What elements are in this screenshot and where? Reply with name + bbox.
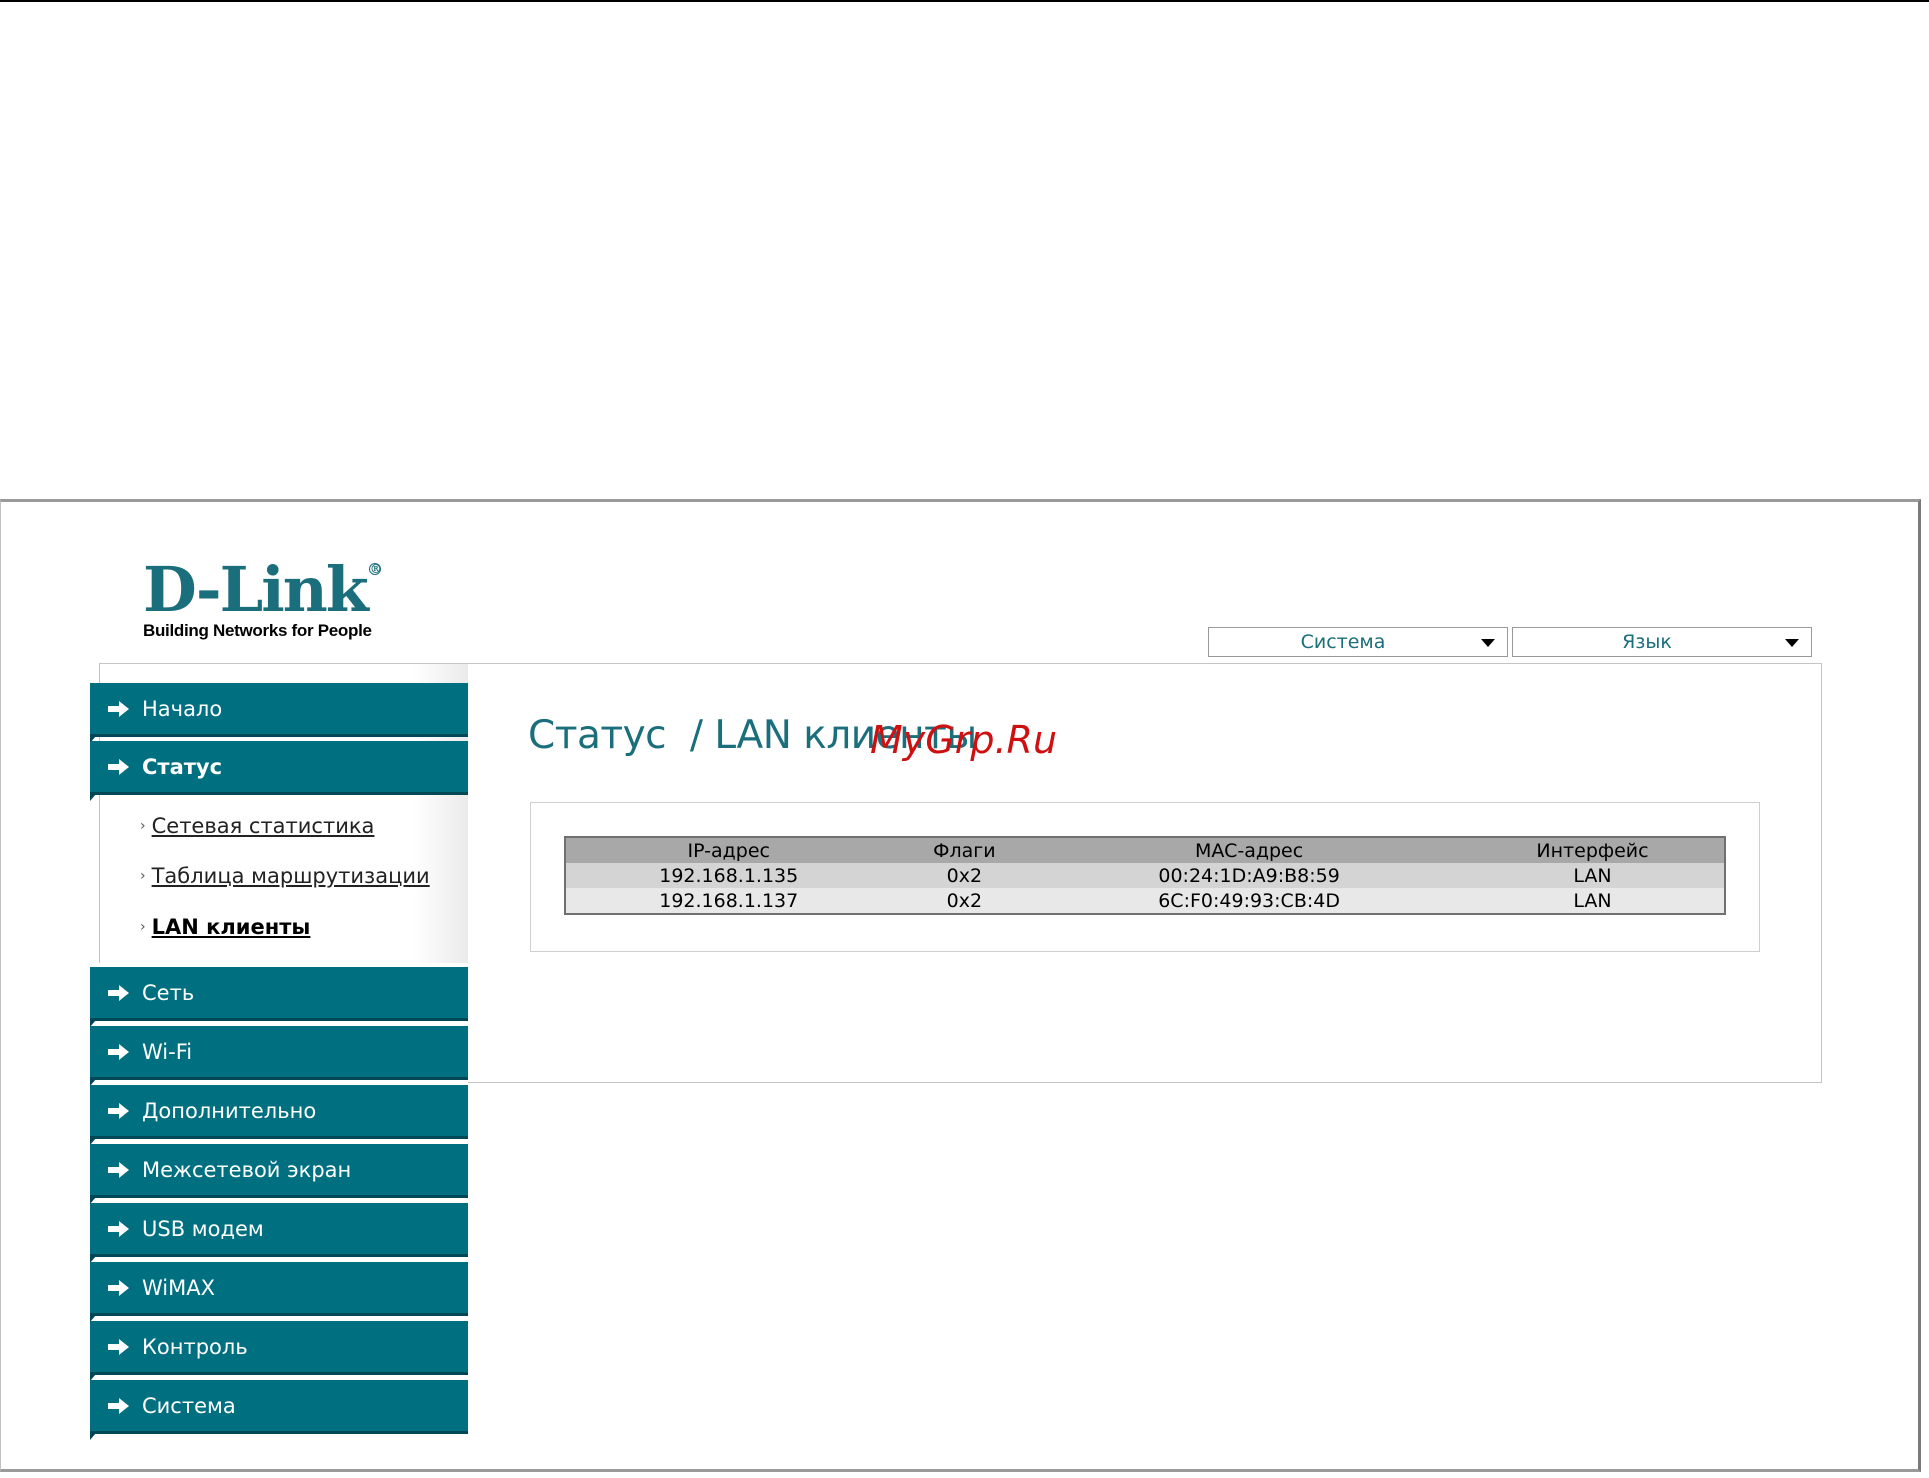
cell-flags: 0x2 [891, 863, 1038, 888]
nav-item-label: Начало [142, 696, 223, 721]
nav-item-home[interactable]: Начало [90, 683, 468, 743]
cell-flags: 0x2 [891, 888, 1038, 914]
table-header-row: IP-адрес Флаги MAC-адрес Интерфейс [565, 837, 1725, 863]
arrow-right-icon [108, 1279, 129, 1296]
arrow-right-icon [108, 758, 129, 775]
top-rule [0, 0, 1929, 2]
table-row: 192.168.1.137 0x2 6C:F0:49:93:CB:4D LAN [565, 888, 1725, 914]
system-menu-dropdown[interactable]: Система [1208, 627, 1508, 657]
cell-interface: LAN [1461, 863, 1725, 888]
nav-item-label: Wi-Fi [142, 1039, 193, 1064]
nav-item-wimax[interactable]: WiMAX [90, 1262, 468, 1322]
registered-icon: ® [368, 562, 382, 576]
nav-item-status[interactable]: Статус [90, 741, 468, 801]
language-menu-label: Язык [1622, 631, 1672, 653]
logo-brand: D-Link [143, 553, 369, 626]
nav-item-label: Сеть [142, 980, 195, 1005]
col-header-ip: IP-адрес [565, 837, 892, 863]
nav-item-label: USB модем [142, 1216, 264, 1241]
arrow-right-icon [108, 1220, 129, 1237]
cell-interface: LAN [1461, 888, 1725, 914]
arrow-right-icon [108, 1043, 129, 1060]
nav-item-firewall[interactable]: Межсетевой экран [90, 1144, 468, 1204]
chevron-right-icon: › [140, 868, 146, 884]
col-header-flags: Флаги [891, 837, 1038, 863]
nav-item-label: WiMAX [142, 1275, 216, 1300]
nav-item-usb-modem[interactable]: USB модем [90, 1203, 468, 1263]
cell-mac: 00:24:1D:A9:B8:59 [1037, 863, 1462, 888]
chevron-right-icon: › [140, 818, 146, 834]
logo-tagline: Building Networks for People [143, 621, 372, 640]
arrow-right-icon [108, 700, 129, 717]
subnav-routing-table[interactable]: › Таблица маршрутизации [140, 864, 430, 888]
chevron-down-icon [1481, 639, 1495, 647]
subnav-label: Таблица маршрутизации [151, 864, 430, 888]
nav-item-wifi[interactable]: Wi-Fi [90, 1026, 468, 1086]
system-menu-label: Система [1300, 631, 1386, 653]
nav-item-label: Межсетевой экран [142, 1157, 352, 1182]
chevron-right-icon: › [140, 919, 146, 935]
arrow-right-icon [108, 1102, 129, 1119]
arrow-right-icon [108, 1338, 129, 1355]
nav-item-control[interactable]: Контроль [90, 1321, 468, 1381]
subnav-network-stats[interactable]: › Сетевая статистика [140, 814, 374, 838]
chevron-down-icon [1785, 639, 1799, 647]
nav-item-label: Контроль [142, 1334, 248, 1359]
col-header-interface: Интерфейс [1461, 837, 1725, 863]
col-header-mac: MAC-адрес [1037, 837, 1462, 863]
nav-item-label: Статус [142, 754, 223, 779]
nav-item-advanced[interactable]: Дополнительно [90, 1085, 468, 1145]
cell-ip: 192.168.1.135 [565, 863, 892, 888]
nav-item-label: Система [142, 1393, 236, 1418]
arrow-right-icon [108, 1397, 129, 1414]
subnav-label: LAN клиенты [151, 915, 311, 939]
cell-mac: 6C:F0:49:93:CB:4D [1037, 888, 1462, 914]
language-menu-dropdown[interactable]: Язык [1512, 627, 1812, 657]
arrow-right-icon [108, 1161, 129, 1178]
table-row: 192.168.1.135 0x2 00:24:1D:A9:B8:59 LAN [565, 863, 1725, 888]
nav-item-network[interactable]: Сеть [90, 967, 468, 1027]
lan-clients-table: IP-адрес Флаги MAC-адрес Интерфейс 192.1… [564, 836, 1726, 915]
dlink-logo: D-Link ® Building Networks for People [143, 553, 382, 641]
subnav-label: Сетевая статистика [151, 814, 375, 838]
nav-item-label: Дополнительно [142, 1098, 317, 1123]
watermark: MyGrp.Ru [870, 718, 1058, 762]
cell-ip: 192.168.1.137 [565, 888, 892, 914]
arrow-right-icon [108, 984, 129, 1001]
subnav-lan-clients[interactable]: › LAN клиенты [140, 915, 310, 939]
nav-item-system[interactable]: Система [90, 1380, 468, 1440]
